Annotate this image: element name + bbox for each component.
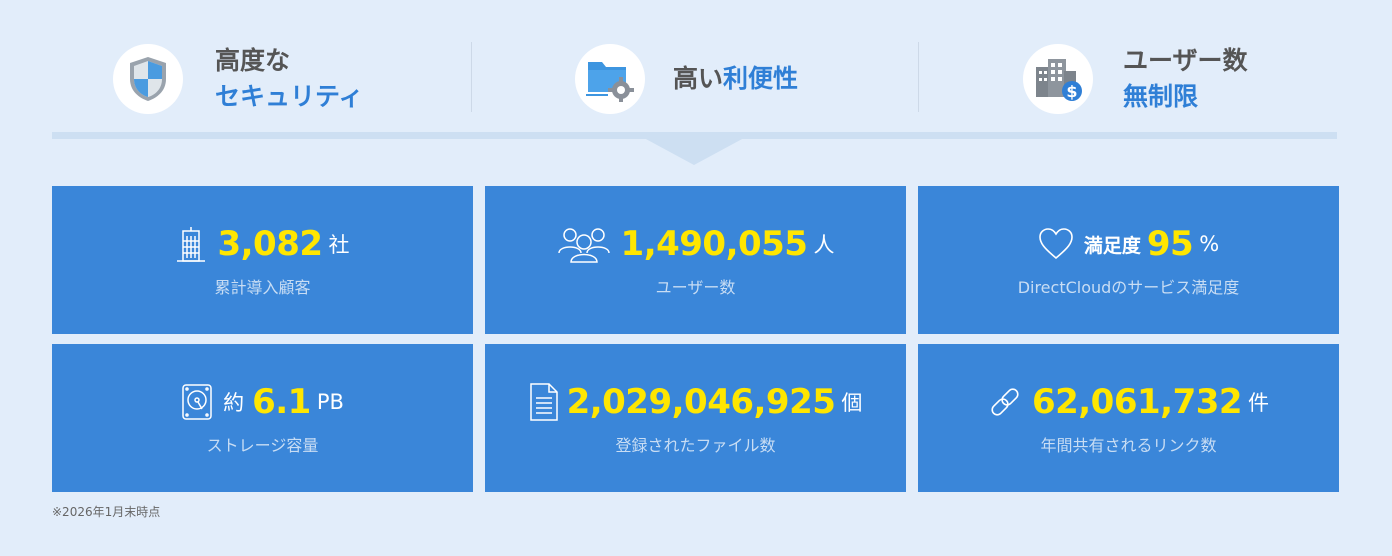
building-icon bbox=[175, 225, 207, 263]
stat-unit: 件 bbox=[1248, 391, 1270, 415]
feature-users-line1: ユーザー数 bbox=[1123, 46, 1248, 75]
stat-label: 登録されたファイル数 bbox=[615, 436, 776, 455]
link-icon bbox=[988, 385, 1022, 419]
stat-card-files: 2,029,046,925 個 登録されたファイル数 bbox=[485, 344, 906, 492]
buildings-dollar-icon: $ bbox=[1023, 44, 1093, 114]
stat-unit: PB bbox=[316, 390, 344, 414]
stat-label: 累計導入顧客 bbox=[214, 278, 311, 297]
stat-label: ユーザー数 bbox=[655, 278, 736, 297]
heart-icon bbox=[1038, 228, 1074, 260]
stat-unit: 人 bbox=[813, 233, 835, 257]
stat-card-storage: 約 6.1 PB ストレージ容量 bbox=[52, 344, 473, 492]
stat-unit: 個 bbox=[841, 391, 863, 415]
shield-icon bbox=[113, 44, 183, 114]
divider bbox=[918, 42, 919, 112]
feature-security-line1: 高度な bbox=[215, 46, 291, 75]
feature-convenience: 高い利便性 bbox=[575, 40, 798, 118]
feature-unlimited-users: $ ユーザー数 無制限 bbox=[1023, 40, 1248, 118]
folder-gear-icon bbox=[575, 44, 645, 114]
stat-value: 2,029,046,925 bbox=[566, 382, 836, 422]
stat-value: 3,082 bbox=[217, 224, 323, 264]
document-icon bbox=[529, 382, 559, 422]
feature-security-line2: セキュリティ bbox=[215, 82, 364, 111]
stat-value: 1,490,055 bbox=[620, 224, 808, 264]
stat-label: DirectCloudのサービス満足度 bbox=[1017, 278, 1240, 297]
stat-card-links: 62,061,732 件 年間共有されるリンク数 bbox=[918, 344, 1339, 492]
stat-card-customers: 3,082 社 累計導入顧客 bbox=[52, 186, 473, 334]
down-arrow-decoration bbox=[644, 138, 744, 165]
stat-value: 95 bbox=[1146, 224, 1194, 264]
feature-users-line2: 無制限 bbox=[1123, 82, 1199, 111]
stat-value: 6.1 bbox=[252, 382, 311, 422]
stat-label: 年間共有されるリンク数 bbox=[1040, 436, 1217, 455]
footnote: ※2026年1月末時点 bbox=[52, 505, 161, 519]
stat-prefix: 約 bbox=[223, 391, 245, 415]
svg-text:$: $ bbox=[1066, 82, 1077, 101]
users-icon bbox=[557, 225, 611, 263]
feature-convenience-prefix: 高い bbox=[673, 64, 724, 93]
stat-unit: % bbox=[1199, 232, 1220, 256]
features-row: 高度な セキュリティ 高い利便性 $ ユーザー数 無制限 bbox=[0, 0, 1392, 130]
divider bbox=[471, 42, 472, 112]
feature-convenience-highlight: 利便性 bbox=[723, 64, 799, 93]
stat-card-users: 1,490,055 人 ユーザー数 bbox=[485, 186, 906, 334]
stat-label: ストレージ容量 bbox=[206, 436, 319, 455]
stat-prefix: 満足度 bbox=[1083, 234, 1141, 257]
feature-security: 高度な セキュリティ bbox=[113, 40, 364, 118]
stat-card-satisfaction: 満足度 95 % DirectCloudのサービス満足度 bbox=[918, 186, 1339, 334]
stat-value: 62,061,732 bbox=[1031, 382, 1243, 422]
stat-unit: 社 bbox=[328, 233, 350, 257]
hard-drive-icon bbox=[181, 383, 213, 421]
